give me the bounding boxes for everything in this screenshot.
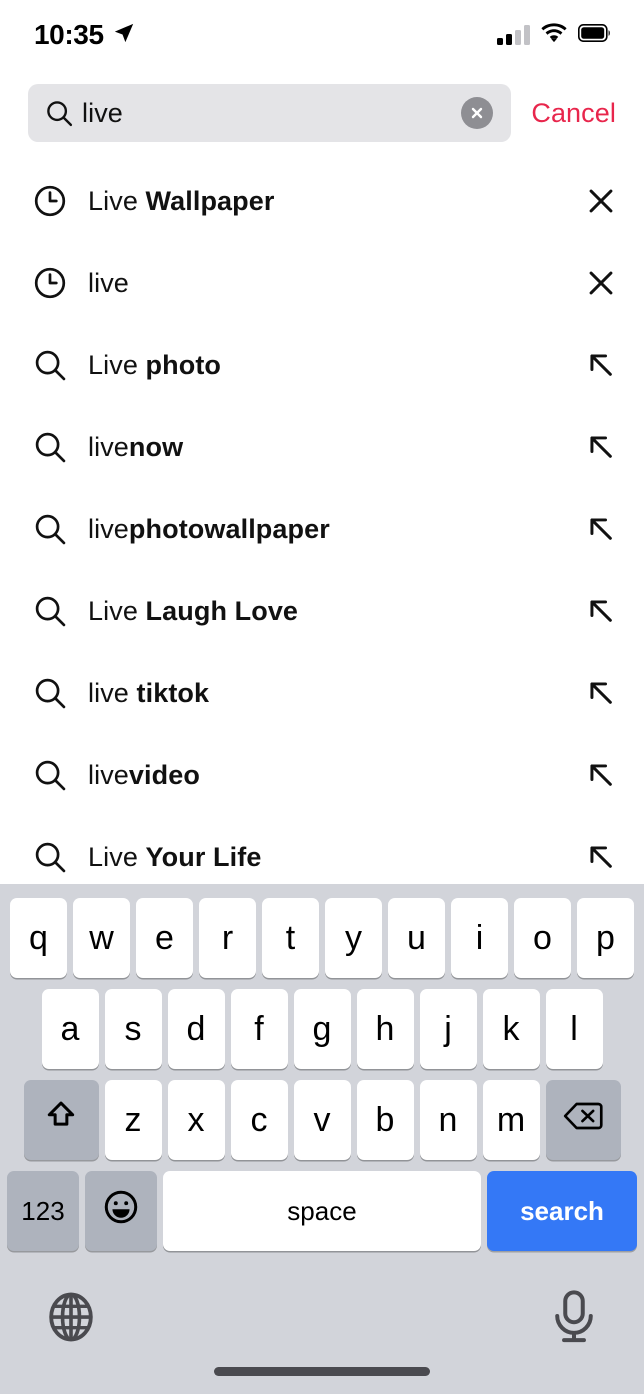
search-suggestions-list: Live Wallpaper live Live photo livenow livep… xyxy=(0,160,644,884)
key-q[interactable]: q xyxy=(10,898,67,978)
key-d[interactable]: d xyxy=(167,989,225,1069)
key-h[interactable]: h xyxy=(356,989,414,1069)
key-b[interactable]: b xyxy=(356,1080,414,1160)
clear-circle-icon[interactable] xyxy=(461,97,494,129)
search-icon xyxy=(32,511,68,547)
key-r[interactable]: r xyxy=(199,898,256,978)
status-bar-left: 10:35 xyxy=(34,19,135,51)
clock-icon xyxy=(32,183,68,219)
suggestion-label: livevideo xyxy=(88,759,200,790)
search-input[interactable]: live xyxy=(28,84,512,142)
key-o[interactable]: o xyxy=(514,898,571,978)
key-e[interactable]: e xyxy=(136,898,193,978)
status-bar: 10:35 xyxy=(0,0,644,70)
key-l[interactable]: l xyxy=(545,989,603,1069)
key-z[interactable]: z xyxy=(104,1080,162,1160)
search-icon xyxy=(32,429,68,465)
home-indicator xyxy=(214,1367,430,1376)
emoji-key[interactable] xyxy=(85,1171,157,1251)
emoji-smiley-icon xyxy=(102,1188,140,1235)
key-t[interactable]: t xyxy=(262,898,319,978)
search-icon xyxy=(32,839,68,875)
suggestion-row[interactable]: livevideo xyxy=(0,734,644,816)
key-j[interactable]: j xyxy=(419,989,477,1069)
key-w[interactable]: w xyxy=(73,898,130,978)
close-x-icon[interactable] xyxy=(584,266,618,300)
key-v[interactable]: v xyxy=(293,1080,351,1160)
keyboard-row-3: zxcvbnm xyxy=(0,1069,644,1160)
search-icon xyxy=(32,593,68,629)
key-y[interactable]: y xyxy=(325,898,382,978)
suggestion-label: Live Wallpaper xyxy=(88,185,275,216)
suggestion-row[interactable]: Live photo xyxy=(0,324,644,406)
suggestion-row[interactable]: livephotowallpaper xyxy=(0,488,644,570)
suggestion-label: Live Laugh Love xyxy=(88,595,299,626)
suggestion-label: livephotowallpaper xyxy=(88,513,330,544)
key-u[interactable]: u xyxy=(388,898,445,978)
search-icon xyxy=(44,98,74,128)
search-icon xyxy=(32,347,68,383)
suggestion-label: live tiktok xyxy=(88,677,210,708)
shift-arrow-icon xyxy=(43,1098,79,1143)
status-bar-right xyxy=(497,22,612,48)
arrow-up-left-icon[interactable] xyxy=(584,840,618,874)
arrow-up-left-icon[interactable] xyxy=(584,348,618,382)
key-c[interactable]: c xyxy=(230,1080,288,1160)
key-i[interactable]: i xyxy=(451,898,508,978)
key-a[interactable]: a xyxy=(41,989,99,1069)
key-m[interactable]: m xyxy=(482,1080,540,1160)
search-input-value: live xyxy=(82,97,123,128)
microphone-icon[interactable] xyxy=(548,1288,600,1346)
suggestion-row[interactable]: Live Laugh Love xyxy=(0,570,644,652)
keyboard-bottom-bar xyxy=(0,1266,644,1394)
suggestion-label: Live photo xyxy=(88,349,222,380)
search-bar: live Cancel xyxy=(0,82,644,144)
suggestion-label: livenow xyxy=(88,431,184,462)
phone-screen: 10:35 live Cancel Live Wallpaper live Li… xyxy=(0,0,644,1394)
on-screen-keyboard: qwertyuiop asdfghjkl zxcvbnm 123 space s… xyxy=(0,884,644,1394)
search-icon xyxy=(32,757,68,793)
search-icon xyxy=(32,675,68,711)
arrow-up-left-icon[interactable] xyxy=(584,676,618,710)
suggestion-row[interactable]: live tiktok xyxy=(0,652,644,734)
keyboard-row-1: qwertyuiop xyxy=(0,884,644,978)
status-bar-clock: 10:35 xyxy=(34,19,104,50)
suggestion-label: live xyxy=(88,267,129,298)
battery-icon xyxy=(578,23,612,47)
cellular-bars-icon xyxy=(497,25,530,45)
key-n[interactable]: n xyxy=(419,1080,477,1160)
arrow-up-left-icon[interactable] xyxy=(584,430,618,464)
search-key[interactable]: search xyxy=(487,1171,637,1251)
suggestion-row[interactable]: live xyxy=(0,242,644,324)
suggestion-row[interactable]: livenow xyxy=(0,406,644,488)
suggestion-row[interactable]: Live Your Life xyxy=(0,816,644,884)
clock-icon xyxy=(32,265,68,301)
arrow-up-left-icon[interactable] xyxy=(584,512,618,546)
keyboard-row-4: 123 space search xyxy=(0,1160,644,1251)
backspace-key[interactable] xyxy=(545,1080,621,1160)
suggestion-label: Live Your Life xyxy=(88,841,262,872)
shift-key[interactable] xyxy=(23,1080,99,1160)
cancel-button[interactable]: Cancel xyxy=(531,98,616,129)
wifi-icon xyxy=(541,22,567,48)
key-f[interactable]: f xyxy=(230,989,288,1069)
location-arrow-icon xyxy=(113,22,135,49)
keyboard-row-2: asdfghjkl xyxy=(0,978,644,1069)
numbers-key[interactable]: 123 xyxy=(7,1171,79,1251)
key-k[interactable]: k xyxy=(482,989,540,1069)
space-key[interactable]: space xyxy=(163,1171,481,1251)
suggestion-row[interactable]: Live Wallpaper xyxy=(0,160,644,242)
key-p[interactable]: p xyxy=(577,898,634,978)
globe-icon[interactable] xyxy=(42,1288,100,1346)
key-g[interactable]: g xyxy=(293,989,351,1069)
backspace-delete-icon xyxy=(563,1100,603,1141)
arrow-up-left-icon[interactable] xyxy=(584,758,618,792)
close-x-icon[interactable] xyxy=(584,184,618,218)
arrow-up-left-icon[interactable] xyxy=(584,594,618,628)
key-x[interactable]: x xyxy=(167,1080,225,1160)
key-s[interactable]: s xyxy=(104,989,162,1069)
